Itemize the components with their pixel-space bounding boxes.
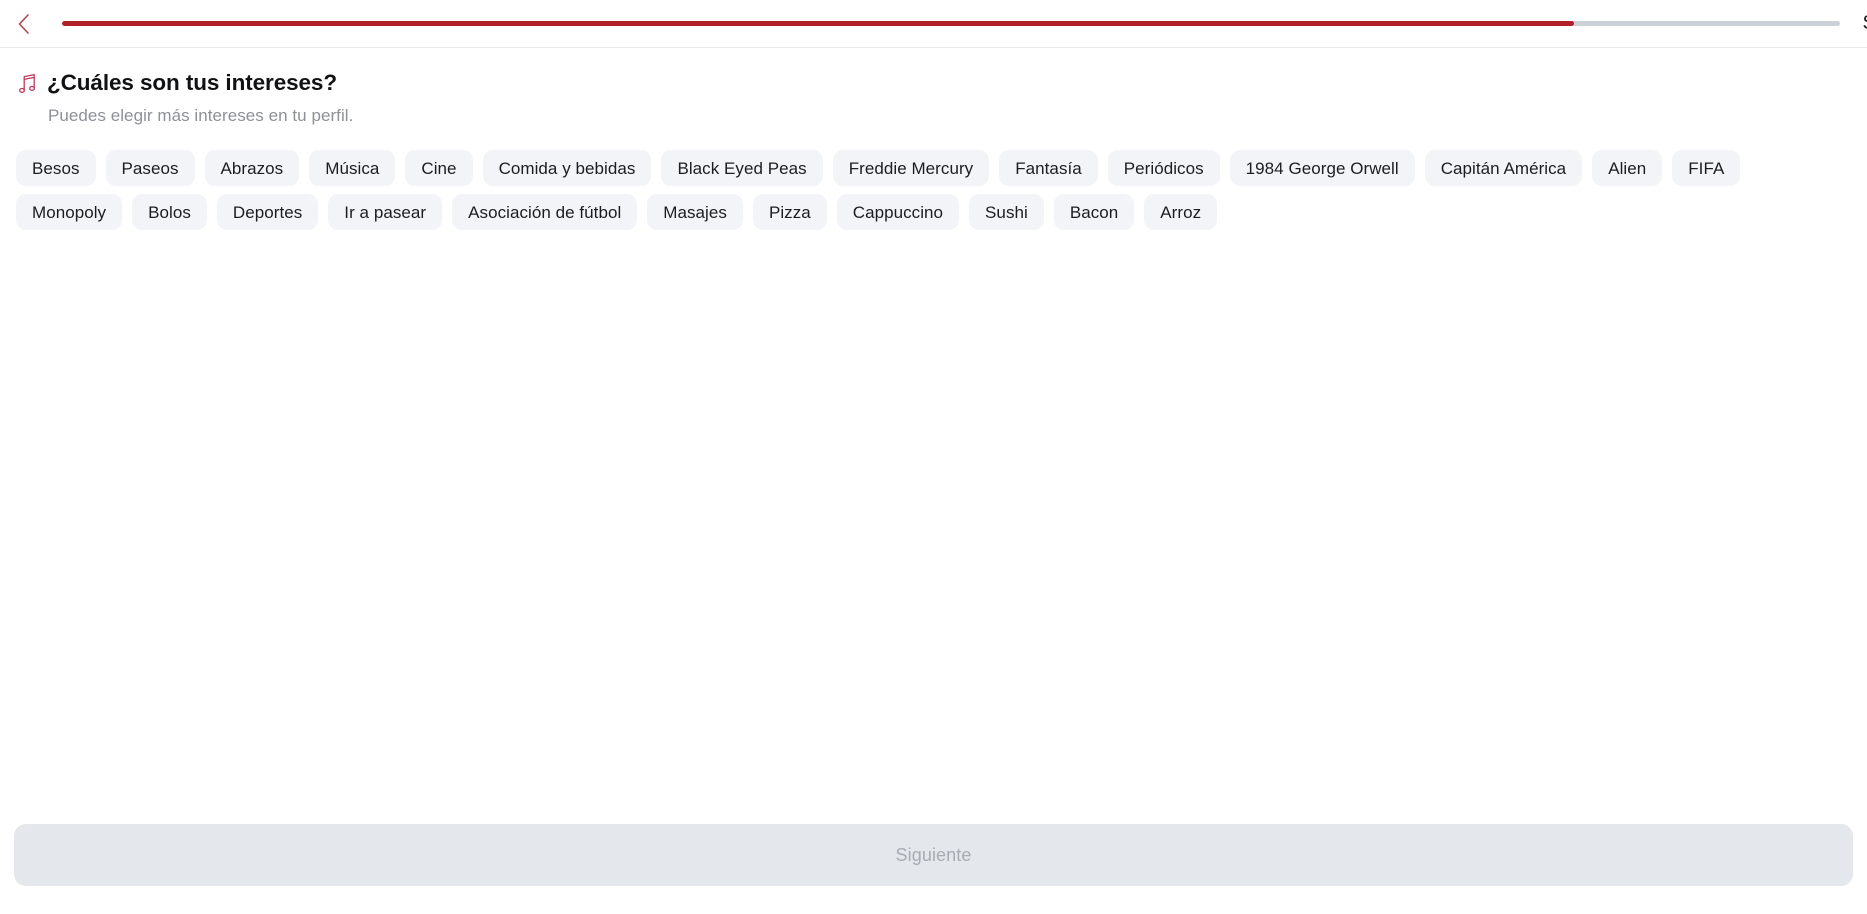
interest-chip[interactable]: Cine: [405, 150, 473, 186]
interest-chip[interactable]: Periódicos: [1107, 150, 1220, 186]
music-note-icon: [18, 73, 38, 95]
interest-chip[interactable]: Música: [309, 150, 396, 186]
progress-bar-fill: [62, 21, 1574, 26]
interest-chip[interactable]: Fantasía: [999, 150, 1098, 186]
interest-chip[interactable]: Arroz: [1144, 194, 1218, 230]
interest-chip[interactable]: Pizza: [752, 194, 827, 230]
interest-chip[interactable]: Cappuccino: [836, 194, 960, 230]
footer: Siguiente: [0, 824, 1867, 914]
top-bar: Salir: [0, 0, 1867, 48]
interest-chip[interactable]: 1984 George Orwell: [1229, 150, 1415, 186]
interest-chip[interactable]: Sushi: [969, 194, 1044, 230]
onboarding-interests-screen: Salir ¿Cuáles son tus intereses? Puedes …: [0, 0, 1867, 914]
interest-chip[interactable]: Abrazos: [204, 150, 300, 186]
interest-chip[interactable]: Monopoly: [16, 194, 123, 230]
interest-chip[interactable]: Ir a pasear: [328, 194, 443, 230]
chevron-left-icon: [16, 13, 32, 35]
heading-row: ¿Cuáles son tus intereses?: [18, 70, 1853, 96]
back-button[interactable]: [10, 10, 38, 38]
interest-chip[interactable]: Paseos: [105, 150, 195, 186]
interest-chip[interactable]: Capitán América: [1424, 150, 1583, 186]
interest-chip[interactable]: FIFA: [1672, 150, 1741, 186]
interest-chip[interactable]: Freddie Mercury: [832, 150, 990, 186]
progress-bar: [62, 21, 1841, 26]
interest-chip[interactable]: Comida y bebidas: [482, 150, 652, 186]
interest-chip[interactable]: Asociación de fútbol: [452, 194, 638, 230]
next-button[interactable]: Siguiente: [14, 824, 1853, 886]
interest-chip[interactable]: Besos: [16, 150, 96, 186]
exit-button[interactable]: Salir: [1862, 12, 1867, 35]
interest-chip[interactable]: Alien: [1592, 150, 1663, 186]
interest-chip-list: Besos Paseos Abrazos Música Cine Comida y beb…: [16, 150, 1853, 230]
interest-chip[interactable]: Bacon: [1053, 194, 1135, 230]
interest-chip[interactable]: Masajes: [647, 194, 743, 230]
content-area: ¿Cuáles son tus intereses? Puedes elegir…: [0, 48, 1867, 824]
interest-chip[interactable]: Deportes: [216, 194, 319, 230]
page-subtitle: Puedes elegir más intereses en tu perfil…: [48, 106, 354, 125]
page-title: ¿Cuáles son tus intereses?: [47, 70, 337, 95]
interest-chip[interactable]: Black Eyed Peas: [661, 150, 823, 186]
interest-chip[interactable]: Bolos: [132, 194, 207, 230]
